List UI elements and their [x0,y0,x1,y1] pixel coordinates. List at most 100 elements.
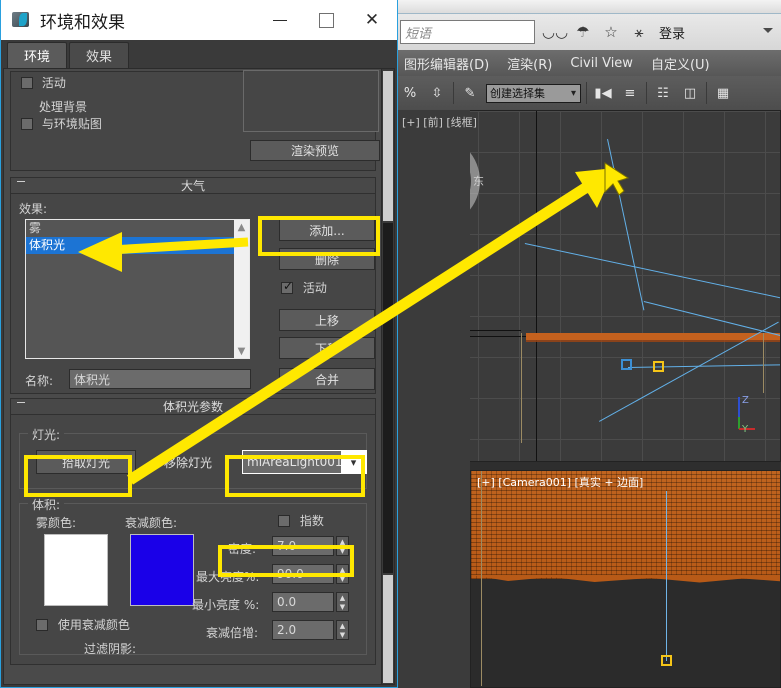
lights-group-label: 灯光: [28,426,64,443]
name-label: 名称: [25,372,53,389]
chevron-down-icon[interactable]: ▾ [341,451,366,473]
selection-set-combo[interactable]: 创建选择集 ▾ [486,84,581,103]
checkbox-atmosphere-active[interactable] [281,282,293,294]
checkbox-process-background[interactable] [21,118,33,130]
light-gizmo-camera[interactable] [661,655,672,666]
add-button[interactable]: 添加... [279,219,375,241]
spinner-snap-icon[interactable]: ⇳ [426,81,448,105]
search-input[interactable]: 短语 [400,20,535,44]
scrollbar-thumb-top[interactable] [383,71,393,221]
schematic-view-icon[interactable]: ▦ [712,81,734,105]
volume-group: 体积: 雾颜色: 衰减颜色: 指数 密度: 7.0 ▲▼ 最大亮度%: 90.0… [19,503,367,655]
user-icon[interactable]: ⚹ [629,22,649,42]
list-scrollbar[interactable]: ▲ ▼ [234,220,249,358]
minimize-button[interactable] [257,0,303,40]
curve-editor-icon[interactable]: ◫ [679,81,701,105]
viewport-camera[interactable]: [+] [Camera001] [真实 + 边面] [470,470,781,688]
menu-item-render[interactable]: 渲染(R) [498,54,561,73]
chevron-down-icon[interactable]: ▼ [234,344,249,358]
chevron-up-icon[interactable]: ▲ [234,220,249,234]
density-field[interactable]: 7.0 [272,536,334,556]
login-label[interactable]: 登录 [659,23,685,42]
fog-color-swatch[interactable] [44,534,108,606]
attenuation-multiplier-spinner[interactable]: ▲▼ [336,620,349,640]
mirror-icon[interactable]: ▮◀ [592,81,614,105]
align-icon[interactable]: ≡ [619,81,641,105]
app-icon [11,10,31,30]
merge-button[interactable]: 合并 [279,368,375,390]
move-down-button[interactable]: 下移 [279,337,375,359]
name-field[interactable]: 体积光 [69,369,251,389]
environment-map-slot[interactable] [243,70,379,132]
dialog-tab-row: 环境 效果 [1,40,397,68]
geometry-edge [521,333,522,443]
toolbar-separator [706,82,707,104]
attenuation-color-swatch[interactable] [130,534,194,606]
satellite-icon[interactable]: ☂ [573,22,593,42]
close-button[interactable]: ✕ [349,0,395,40]
dialog-title-bar[interactable]: 环境和效果 ✕ [1,0,397,40]
attenuation-multiplier-label: 衰减倍增: [206,624,258,641]
menu-item-customize[interactable]: 自定义(U) [642,54,719,73]
max-light-spinner[interactable]: ▲▼ [336,564,349,584]
render-preview-button[interactable]: 渲染预览 [250,140,380,161]
chevron-down-icon[interactable] [763,28,773,33]
atmosphere-rollout-header[interactable]: 大气 [10,177,376,194]
attenuation-multiplier-field[interactable]: 2.0 [272,620,334,640]
atmosphere-rollout-title: 大气 [181,177,205,194]
process-bg-label-2: 与环境贴图 [42,117,102,131]
view-cube-east-label: 东 [473,173,484,189]
checkbox-use-attenuation-color[interactable] [36,619,48,631]
active-checkbox-row-top[interactable]: 活动 [21,74,66,91]
pick-light-button[interactable]: 拾取灯光 [36,450,136,474]
toolbar-separator [586,82,587,104]
fog-color-label: 雾颜色: [36,514,76,531]
named-selection-edit-icon[interactable]: ✎ [459,81,481,105]
list-item[interactable]: 体积光 [26,237,249,254]
use-atten-color-row[interactable]: 使用衰减颜色 [36,616,130,633]
binoculars-icon[interactable]: ◡◡ [545,22,565,42]
atmosphere-effects-list[interactable]: 雾 体积光 ▲ ▼ [25,219,250,359]
chevron-down-icon: ▾ [571,88,576,99]
max-title-strip [395,0,781,14]
light-select-combo[interactable]: miAreaLight001 ▾ [242,450,367,474]
volume-light-rollout-header[interactable]: 体积光参数 [10,398,376,415]
atmosphere-active-row[interactable]: 活动 [281,279,327,296]
collapse-icon[interactable] [17,402,25,403]
layer-manager-icon[interactable]: ☷ [652,81,674,105]
camera-target-gizmo[interactable] [621,359,632,370]
percent-snap-icon[interactable]: % [399,81,421,105]
exponential-row[interactable]: 指数 [278,512,324,529]
maximize-button[interactable] [303,0,349,40]
density-label: 密度: [228,540,256,557]
axis-z-label: Z [742,395,749,406]
active-label-top: 活动 [42,76,66,90]
min-light-spinner[interactable]: ▲▼ [336,592,349,612]
list-item[interactable]: 雾 [26,220,249,237]
delete-button[interactable]: 删除 [279,248,375,270]
exponential-label: 指数 [300,514,324,528]
density-spinner[interactable]: ▲▼ [336,536,349,556]
collapse-icon[interactable] [17,181,25,182]
move-up-button[interactable]: 上移 [279,309,375,331]
dialog-scrollbar[interactable] [381,68,395,685]
remove-light-button[interactable]: 移除灯光 [144,450,232,474]
tab-effects[interactable]: 效果 [69,42,129,68]
tab-environment[interactable]: 环境 [7,42,67,68]
min-light-field[interactable]: 0.0 [272,592,334,612]
search-placeholder: 短语 [405,23,431,42]
selected-light-gizmo[interactable] [653,361,664,372]
menu-item-graph-editor[interactable]: 图形编辑器(D) [395,54,498,73]
atmosphere-active-label: 活动 [303,281,327,295]
menu-item-civil-view[interactable]: Civil View [561,56,642,71]
checkbox-active-top[interactable] [21,77,33,89]
star-icon[interactable]: ☆ [601,22,621,42]
process-bg-row[interactable]: 处理背景 与环境贴图 [21,98,191,132]
max-light-field[interactable]: 90.0 [272,564,334,584]
checkbox-exponential[interactable] [278,515,290,527]
scrollbar-thumb-bottom[interactable] [383,575,393,683]
axis-tripod: Z Y [724,397,754,439]
atmosphere-rollout-body: 效果: 雾 体积光 ▲ ▼ 添加... 删除 活动 上移 下移 名称 [10,194,376,394]
scrollbar-track[interactable] [383,223,393,573]
attenuation-color-label: 衰减颜色: [125,514,177,531]
